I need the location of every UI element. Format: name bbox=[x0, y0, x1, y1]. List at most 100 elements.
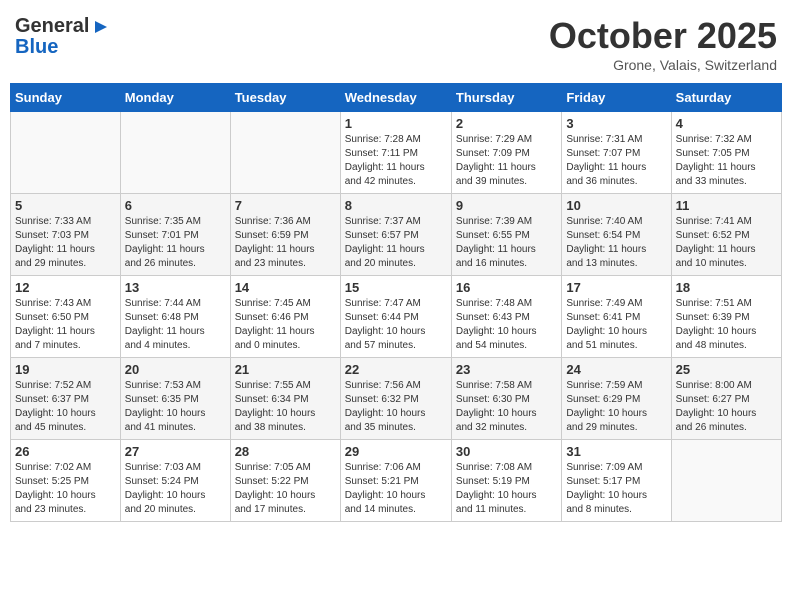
day-info: Sunrise: 7:41 AM Sunset: 6:52 PM Dayligh… bbox=[676, 215, 777, 271]
day-number: 15 bbox=[345, 280, 447, 295]
title-area: October 2025 Grone, Valais, Switzerland bbox=[549, 15, 777, 73]
day-info: Sunrise: 7:55 AM Sunset: 6:34 PM Dayligh… bbox=[235, 379, 336, 435]
day-info: Sunrise: 7:33 AM Sunset: 7:03 PM Dayligh… bbox=[15, 215, 116, 271]
calendar-cell: 23 Sunrise: 7:58 AM Sunset: 6:30 PM Dayli… bbox=[451, 358, 561, 440]
day-header-friday: Friday bbox=[562, 84, 671, 112]
day-number: 10 bbox=[566, 198, 666, 213]
location-text: Grone, Valais, Switzerland bbox=[549, 57, 777, 73]
calendar-cell: 11 Sunrise: 7:41 AM Sunset: 6:52 PM Dayli… bbox=[671, 194, 781, 276]
day-number: 31 bbox=[566, 444, 666, 459]
day-info: Sunrise: 7:48 AM Sunset: 6:43 PM Dayligh… bbox=[456, 297, 557, 353]
day-number: 18 bbox=[676, 280, 777, 295]
calendar-cell: 27 Sunrise: 7:03 AM Sunset: 5:24 PM Dayli… bbox=[120, 440, 230, 522]
calendar-cell: 28 Sunrise: 7:05 AM Sunset: 5:22 PM Dayli… bbox=[230, 440, 340, 522]
day-number: 14 bbox=[235, 280, 336, 295]
calendar-cell: 26 Sunrise: 7:02 AM Sunset: 5:25 PM Dayli… bbox=[11, 440, 121, 522]
calendar-cell: 24 Sunrise: 7:59 AM Sunset: 6:29 PM Dayli… bbox=[562, 358, 671, 440]
day-info: Sunrise: 7:36 AM Sunset: 6:59 PM Dayligh… bbox=[235, 215, 336, 271]
calendar-cell: 1Sunrise: 7:28 AM Sunset: 7:11 PM Daylig… bbox=[340, 112, 451, 194]
day-number: 1 bbox=[345, 116, 447, 131]
day-number: 28 bbox=[235, 444, 336, 459]
calendar-cell: 21 Sunrise: 7:55 AM Sunset: 6:34 PM Dayli… bbox=[230, 358, 340, 440]
day-info: Sunrise: 8:00 AM Sunset: 6:27 PM Dayligh… bbox=[676, 379, 777, 435]
day-info: Sunrise: 7:49 AM Sunset: 6:41 PM Dayligh… bbox=[566, 297, 666, 353]
calendar-cell: 25 Sunrise: 8:00 AM Sunset: 6:27 PM Dayli… bbox=[671, 358, 781, 440]
calendar-cell: 5 Sunrise: 7:33 AM Sunset: 7:03 PM Daylig… bbox=[11, 194, 121, 276]
calendar-cell: 10 Sunrise: 7:40 AM Sunset: 6:54 PM Dayli… bbox=[562, 194, 671, 276]
day-number: 5 bbox=[15, 198, 116, 213]
calendar-week-row: 1Sunrise: 7:28 AM Sunset: 7:11 PM Daylig… bbox=[11, 112, 782, 194]
day-info: Sunrise: 7:51 AM Sunset: 6:39 PM Dayligh… bbox=[676, 297, 777, 353]
calendar-cell: 9Sunrise: 7:39 AM Sunset: 6:55 PM Daylig… bbox=[451, 194, 561, 276]
day-number: 25 bbox=[676, 362, 777, 377]
calendar-week-row: 12Sunrise: 7:43 AM Sunset: 6:50 PM Dayli… bbox=[11, 276, 782, 358]
day-info: Sunrise: 7:02 AM Sunset: 5:25 PM Dayligh… bbox=[15, 461, 116, 517]
calendar-cell: 8 Sunrise: 7:37 AM Sunset: 6:57 PM Daylig… bbox=[340, 194, 451, 276]
day-number: 27 bbox=[125, 444, 226, 459]
calendar-cell: 7 Sunrise: 7:36 AM Sunset: 6:59 PM Daylig… bbox=[230, 194, 340, 276]
day-header-monday: Monday bbox=[120, 84, 230, 112]
calendar-table: SundayMondayTuesdayWednesdayThursdayFrid… bbox=[10, 83, 782, 522]
calendar-cell bbox=[11, 112, 121, 194]
day-info: Sunrise: 7:37 AM Sunset: 6:57 PM Dayligh… bbox=[345, 215, 447, 271]
calendar-week-row: 26 Sunrise: 7:02 AM Sunset: 5:25 PM Dayli… bbox=[11, 440, 782, 522]
page-header: General Blue October 2025 Grone, Valais,… bbox=[10, 10, 782, 73]
calendar-week-row: 19Sunrise: 7:52 AM Sunset: 6:37 PM Dayli… bbox=[11, 358, 782, 440]
day-info: Sunrise: 7:40 AM Sunset: 6:54 PM Dayligh… bbox=[566, 215, 666, 271]
day-info: Sunrise: 7:03 AM Sunset: 5:24 PM Dayligh… bbox=[125, 461, 226, 517]
calendar-cell: 16 Sunrise: 7:48 AM Sunset: 6:43 PM Dayli… bbox=[451, 276, 561, 358]
calendar-cell: 15Sunrise: 7:47 AM Sunset: 6:44 PM Dayli… bbox=[340, 276, 451, 358]
calendar-cell: 30 Sunrise: 7:08 AM Sunset: 5:19 PM Dayli… bbox=[451, 440, 561, 522]
day-number: 8 bbox=[345, 198, 447, 213]
logo-blue-text: Blue bbox=[15, 36, 58, 59]
day-info: Sunrise: 7:35 AM Sunset: 7:01 PM Dayligh… bbox=[125, 215, 226, 271]
day-number: 12 bbox=[15, 280, 116, 295]
day-number: 23 bbox=[456, 362, 557, 377]
calendar-cell bbox=[671, 440, 781, 522]
calendar-cell bbox=[120, 112, 230, 194]
calendar-cell: 14 Sunrise: 7:45 AM Sunset: 6:46 PM Dayli… bbox=[230, 276, 340, 358]
day-info: Sunrise: 7:09 AM Sunset: 5:17 PM Dayligh… bbox=[566, 461, 666, 517]
calendar-cell: 13 Sunrise: 7:44 AM Sunset: 6:48 PM Dayli… bbox=[120, 276, 230, 358]
day-info: Sunrise: 7:59 AM Sunset: 6:29 PM Dayligh… bbox=[566, 379, 666, 435]
day-number: 11 bbox=[676, 198, 777, 213]
day-info: Sunrise: 7:06 AM Sunset: 5:21 PM Dayligh… bbox=[345, 461, 447, 517]
calendar-cell: 20 Sunrise: 7:53 AM Sunset: 6:35 PM Dayli… bbox=[120, 358, 230, 440]
day-info: Sunrise: 7:31 AM Sunset: 7:07 PM Dayligh… bbox=[566, 133, 666, 189]
day-header-wednesday: Wednesday bbox=[340, 84, 451, 112]
calendar-cell: 22Sunrise: 7:56 AM Sunset: 6:32 PM Dayli… bbox=[340, 358, 451, 440]
day-number: 2 bbox=[456, 116, 557, 131]
day-info: Sunrise: 7:58 AM Sunset: 6:30 PM Dayligh… bbox=[456, 379, 557, 435]
calendar-cell: 18 Sunrise: 7:51 AM Sunset: 6:39 PM Dayli… bbox=[671, 276, 781, 358]
day-number: 16 bbox=[456, 280, 557, 295]
day-number: 29 bbox=[345, 444, 447, 459]
month-title: October 2025 bbox=[549, 15, 777, 57]
day-number: 9 bbox=[456, 198, 557, 213]
day-info: Sunrise: 7:44 AM Sunset: 6:48 PM Dayligh… bbox=[125, 297, 226, 353]
day-number: 13 bbox=[125, 280, 226, 295]
day-number: 24 bbox=[566, 362, 666, 377]
logo: General Blue bbox=[15, 15, 109, 59]
day-number: 20 bbox=[125, 362, 226, 377]
calendar-cell: 12Sunrise: 7:43 AM Sunset: 6:50 PM Dayli… bbox=[11, 276, 121, 358]
day-info: Sunrise: 7:08 AM Sunset: 5:19 PM Dayligh… bbox=[456, 461, 557, 517]
day-number: 26 bbox=[15, 444, 116, 459]
day-number: 21 bbox=[235, 362, 336, 377]
day-info: Sunrise: 7:45 AM Sunset: 6:46 PM Dayligh… bbox=[235, 297, 336, 353]
calendar-cell: 6Sunrise: 7:35 AM Sunset: 7:01 PM Daylig… bbox=[120, 194, 230, 276]
day-number: 4 bbox=[676, 116, 777, 131]
day-info: Sunrise: 7:56 AM Sunset: 6:32 PM Dayligh… bbox=[345, 379, 447, 435]
day-number: 30 bbox=[456, 444, 557, 459]
day-info: Sunrise: 7:32 AM Sunset: 7:05 PM Dayligh… bbox=[676, 133, 777, 189]
day-header-thursday: Thursday bbox=[451, 84, 561, 112]
day-info: Sunrise: 7:53 AM Sunset: 6:35 PM Dayligh… bbox=[125, 379, 226, 435]
calendar-cell: 31 Sunrise: 7:09 AM Sunset: 5:17 PM Dayli… bbox=[562, 440, 671, 522]
logo-flag-icon bbox=[93, 19, 109, 35]
calendar-cell: 29 Sunrise: 7:06 AM Sunset: 5:21 PM Dayli… bbox=[340, 440, 451, 522]
calendar-cell: 4 Sunrise: 7:32 AM Sunset: 7:05 PM Daylig… bbox=[671, 112, 781, 194]
calendar-week-row: 5 Sunrise: 7:33 AM Sunset: 7:03 PM Daylig… bbox=[11, 194, 782, 276]
calendar-cell: 3Sunrise: 7:31 AM Sunset: 7:07 PM Daylig… bbox=[562, 112, 671, 194]
calendar-cell: 19Sunrise: 7:52 AM Sunset: 6:37 PM Dayli… bbox=[11, 358, 121, 440]
day-info: Sunrise: 7:05 AM Sunset: 5:22 PM Dayligh… bbox=[235, 461, 336, 517]
day-number: 7 bbox=[235, 198, 336, 213]
